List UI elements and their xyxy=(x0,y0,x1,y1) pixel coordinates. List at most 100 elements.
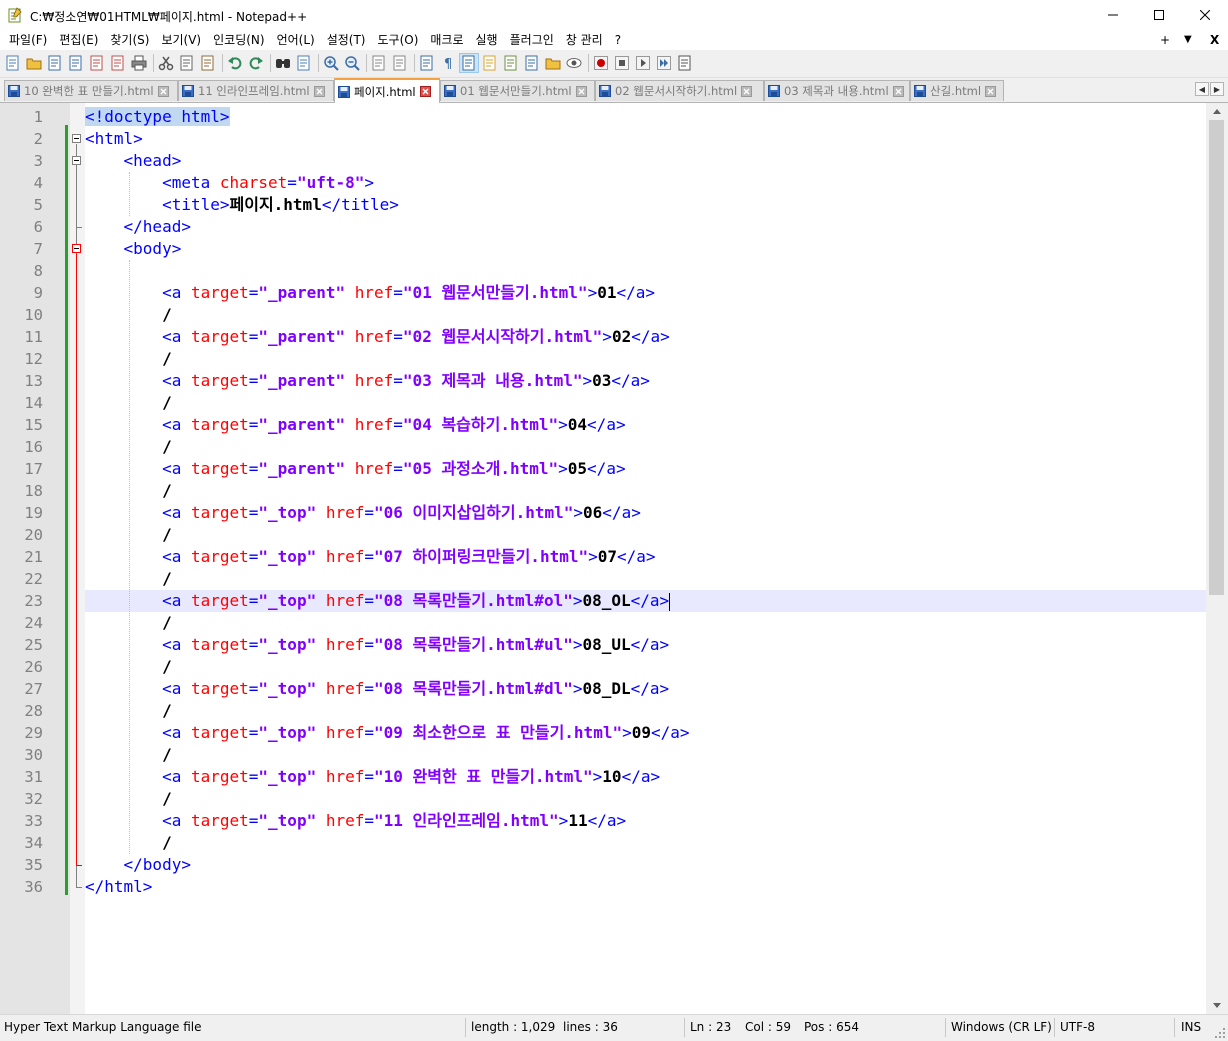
new-file-button[interactable] xyxy=(4,54,22,72)
code-line[interactable]: </head> xyxy=(85,216,1206,238)
code-line[interactable]: <a target="_parent" href="04 복습하기.html">… xyxy=(85,414,1206,436)
code-line[interactable]: / xyxy=(85,744,1206,766)
tab-list-button[interactable]: ▼ xyxy=(1184,32,1192,48)
close-tab-icon[interactable] xyxy=(985,85,997,97)
code-line[interactable]: / xyxy=(85,524,1206,546)
close-window-button[interactable] xyxy=(1182,0,1228,30)
code-line[interactable]: <a target="_top" href="07 하이퍼링크만들기.html"… xyxy=(85,546,1206,568)
code-line[interactable]: / xyxy=(85,788,1206,810)
tab-6[interactable]: 산길.html xyxy=(910,80,1004,101)
code-line[interactable]: <body> xyxy=(85,238,1206,260)
tab-3[interactable]: 01 웹문서만들기.html xyxy=(440,80,595,101)
code-line[interactable]: / xyxy=(85,656,1206,678)
close-tab-icon[interactable] xyxy=(313,85,325,97)
code-line[interactable] xyxy=(85,260,1206,282)
replace-button[interactable] xyxy=(295,54,313,72)
code-line[interactable]: <a target="_top" href="08 목록만들기.html#dl"… xyxy=(85,678,1206,700)
paste-button[interactable] xyxy=(199,54,217,72)
tab-scroll-left[interactable]: ◀ xyxy=(1195,82,1209,96)
code-line[interactable]: <a target="_top" href="09 최소한으로 표 만들기.ht… xyxy=(85,722,1206,744)
code-line[interactable]: / xyxy=(85,480,1206,502)
maximize-button[interactable] xyxy=(1136,0,1182,30)
stop-macro-button[interactable] xyxy=(613,54,631,72)
find-button[interactable] xyxy=(274,54,292,72)
menu-item-6[interactable]: 설정(T) xyxy=(321,32,372,48)
play-macro-button[interactable] xyxy=(634,54,652,72)
show-all-chars-button[interactable]: ¶ xyxy=(439,54,457,72)
language-button[interactable] xyxy=(481,54,499,72)
close-tab-icon[interactable] xyxy=(157,85,169,97)
tab-4[interactable]: 02 웹문서시작하기.html xyxy=(595,80,764,101)
code-line[interactable]: / xyxy=(85,612,1206,634)
close-tab-icon[interactable] xyxy=(575,85,587,97)
code-line[interactable]: <meta charset="uft-8"> xyxy=(85,172,1206,194)
zoom-out-button[interactable] xyxy=(343,54,361,72)
tab-1[interactable]: 11 인라인프레임.html xyxy=(178,80,334,101)
menu-item-10[interactable]: 플러그인 xyxy=(504,32,560,48)
tab-2[interactable]: 페이지.html xyxy=(334,78,440,103)
code-line[interactable]: </html> xyxy=(85,876,1206,898)
sync-vertical-button[interactable] xyxy=(370,54,388,72)
doc-map-button[interactable] xyxy=(502,54,520,72)
print-button[interactable] xyxy=(130,54,148,72)
close-button[interactable] xyxy=(88,54,106,72)
menu-item-7[interactable]: 도구(O) xyxy=(372,32,425,48)
menu-item-1[interactable]: 편집(E) xyxy=(53,32,104,48)
close-tab-icon[interactable] xyxy=(419,86,431,97)
code-line[interactable]: <head> xyxy=(85,150,1206,172)
editor[interactable]: 1 2 3 4 5 6 7 8 9 10 11 12 13 14 15 16 17 18 19 20 21 22 23 24 2… xyxy=(0,103,1228,1014)
close-document-button[interactable]: X xyxy=(1210,32,1219,48)
save-button[interactable] xyxy=(46,54,64,72)
tab-0[interactable]: 10 완벽한 표 만들기.html xyxy=(4,80,178,101)
scroll-thumb[interactable] xyxy=(1209,120,1224,595)
add-button[interactable]: + xyxy=(1160,32,1170,48)
menu-item-8[interactable]: 매크로 xyxy=(424,32,469,48)
monitoring-button[interactable] xyxy=(565,54,583,72)
close-tab-icon[interactable] xyxy=(741,85,753,97)
close-tab-icon[interactable] xyxy=(892,85,904,97)
code-line[interactable]: <a target="_parent" href="05 과정소개.html">… xyxy=(85,458,1206,480)
code-line[interactable]: <html> xyxy=(85,128,1206,150)
fold-margin[interactable] xyxy=(70,103,85,1014)
code-line[interactable]: / xyxy=(85,436,1206,458)
menu-item-3[interactable]: 보기(V) xyxy=(155,32,207,48)
run-macro-multiple-button[interactable] xyxy=(655,54,673,72)
copy-button[interactable] xyxy=(178,54,196,72)
menu-item-12[interactable]: ? xyxy=(609,32,627,48)
code-line[interactable]: <title>페이지.html</title> xyxy=(85,194,1206,216)
word-wrap-button[interactable] xyxy=(418,54,436,72)
code-line[interactable]: <a target="_top" href="11 인라인프레임.html">1… xyxy=(85,810,1206,832)
save-macro-button[interactable] xyxy=(676,54,694,72)
sync-horizontal-button[interactable] xyxy=(391,54,409,72)
fold-toggle-icon[interactable] xyxy=(72,244,81,253)
menu-item-2[interactable]: 찾기(S) xyxy=(104,32,155,48)
menu-item-11[interactable]: 창 관리 xyxy=(560,32,609,48)
redo-button[interactable] xyxy=(247,54,265,72)
code-line[interactable]: / xyxy=(85,568,1206,590)
indent-guide-button[interactable] xyxy=(459,53,479,73)
code-line[interactable]: / xyxy=(85,348,1206,370)
code-line[interactable]: <a target="_parent" href="03 제목과 내용.html… xyxy=(85,370,1206,392)
scroll-down-button[interactable] xyxy=(1206,997,1228,1014)
code-line[interactable]: <a target="_top" href="08 목록만들기.html#ul"… xyxy=(85,634,1206,656)
fold-toggle-icon[interactable] xyxy=(72,156,81,165)
fold-toggle-icon[interactable] xyxy=(72,134,81,143)
menu-item-9[interactable]: 실행 xyxy=(470,32,504,48)
zoom-in-button[interactable] xyxy=(322,54,340,72)
code-line[interactable]: <a target="_parent" href="01 웹문서만들기.html… xyxy=(85,282,1206,304)
status-eol[interactable]: Windows (CR LF) xyxy=(951,1020,1052,1034)
code-line[interactable]: <a target="_top" href="06 이미지삽입하기.html">… xyxy=(85,502,1206,524)
resize-grip-icon[interactable] xyxy=(1214,1027,1226,1039)
menu-item-4[interactable]: 인코딩(N) xyxy=(207,32,270,48)
code-line[interactable]: / xyxy=(85,392,1206,414)
menu-item-5[interactable]: 언어(L) xyxy=(271,32,321,48)
close-all-button[interactable] xyxy=(109,54,127,72)
folder-as-workspace-button[interactable] xyxy=(544,54,562,72)
status-encoding[interactable]: UTF-8 xyxy=(1060,1020,1095,1034)
minimize-button[interactable] xyxy=(1090,0,1136,30)
cut-button[interactable] xyxy=(157,54,175,72)
code-line[interactable]: </body> xyxy=(85,854,1206,876)
code-line[interactable]: / xyxy=(85,304,1206,326)
code-line[interactable]: <a target="_parent" href="02 웹문서시작하기.htm… xyxy=(85,326,1206,348)
open-file-button[interactable] xyxy=(25,54,43,72)
